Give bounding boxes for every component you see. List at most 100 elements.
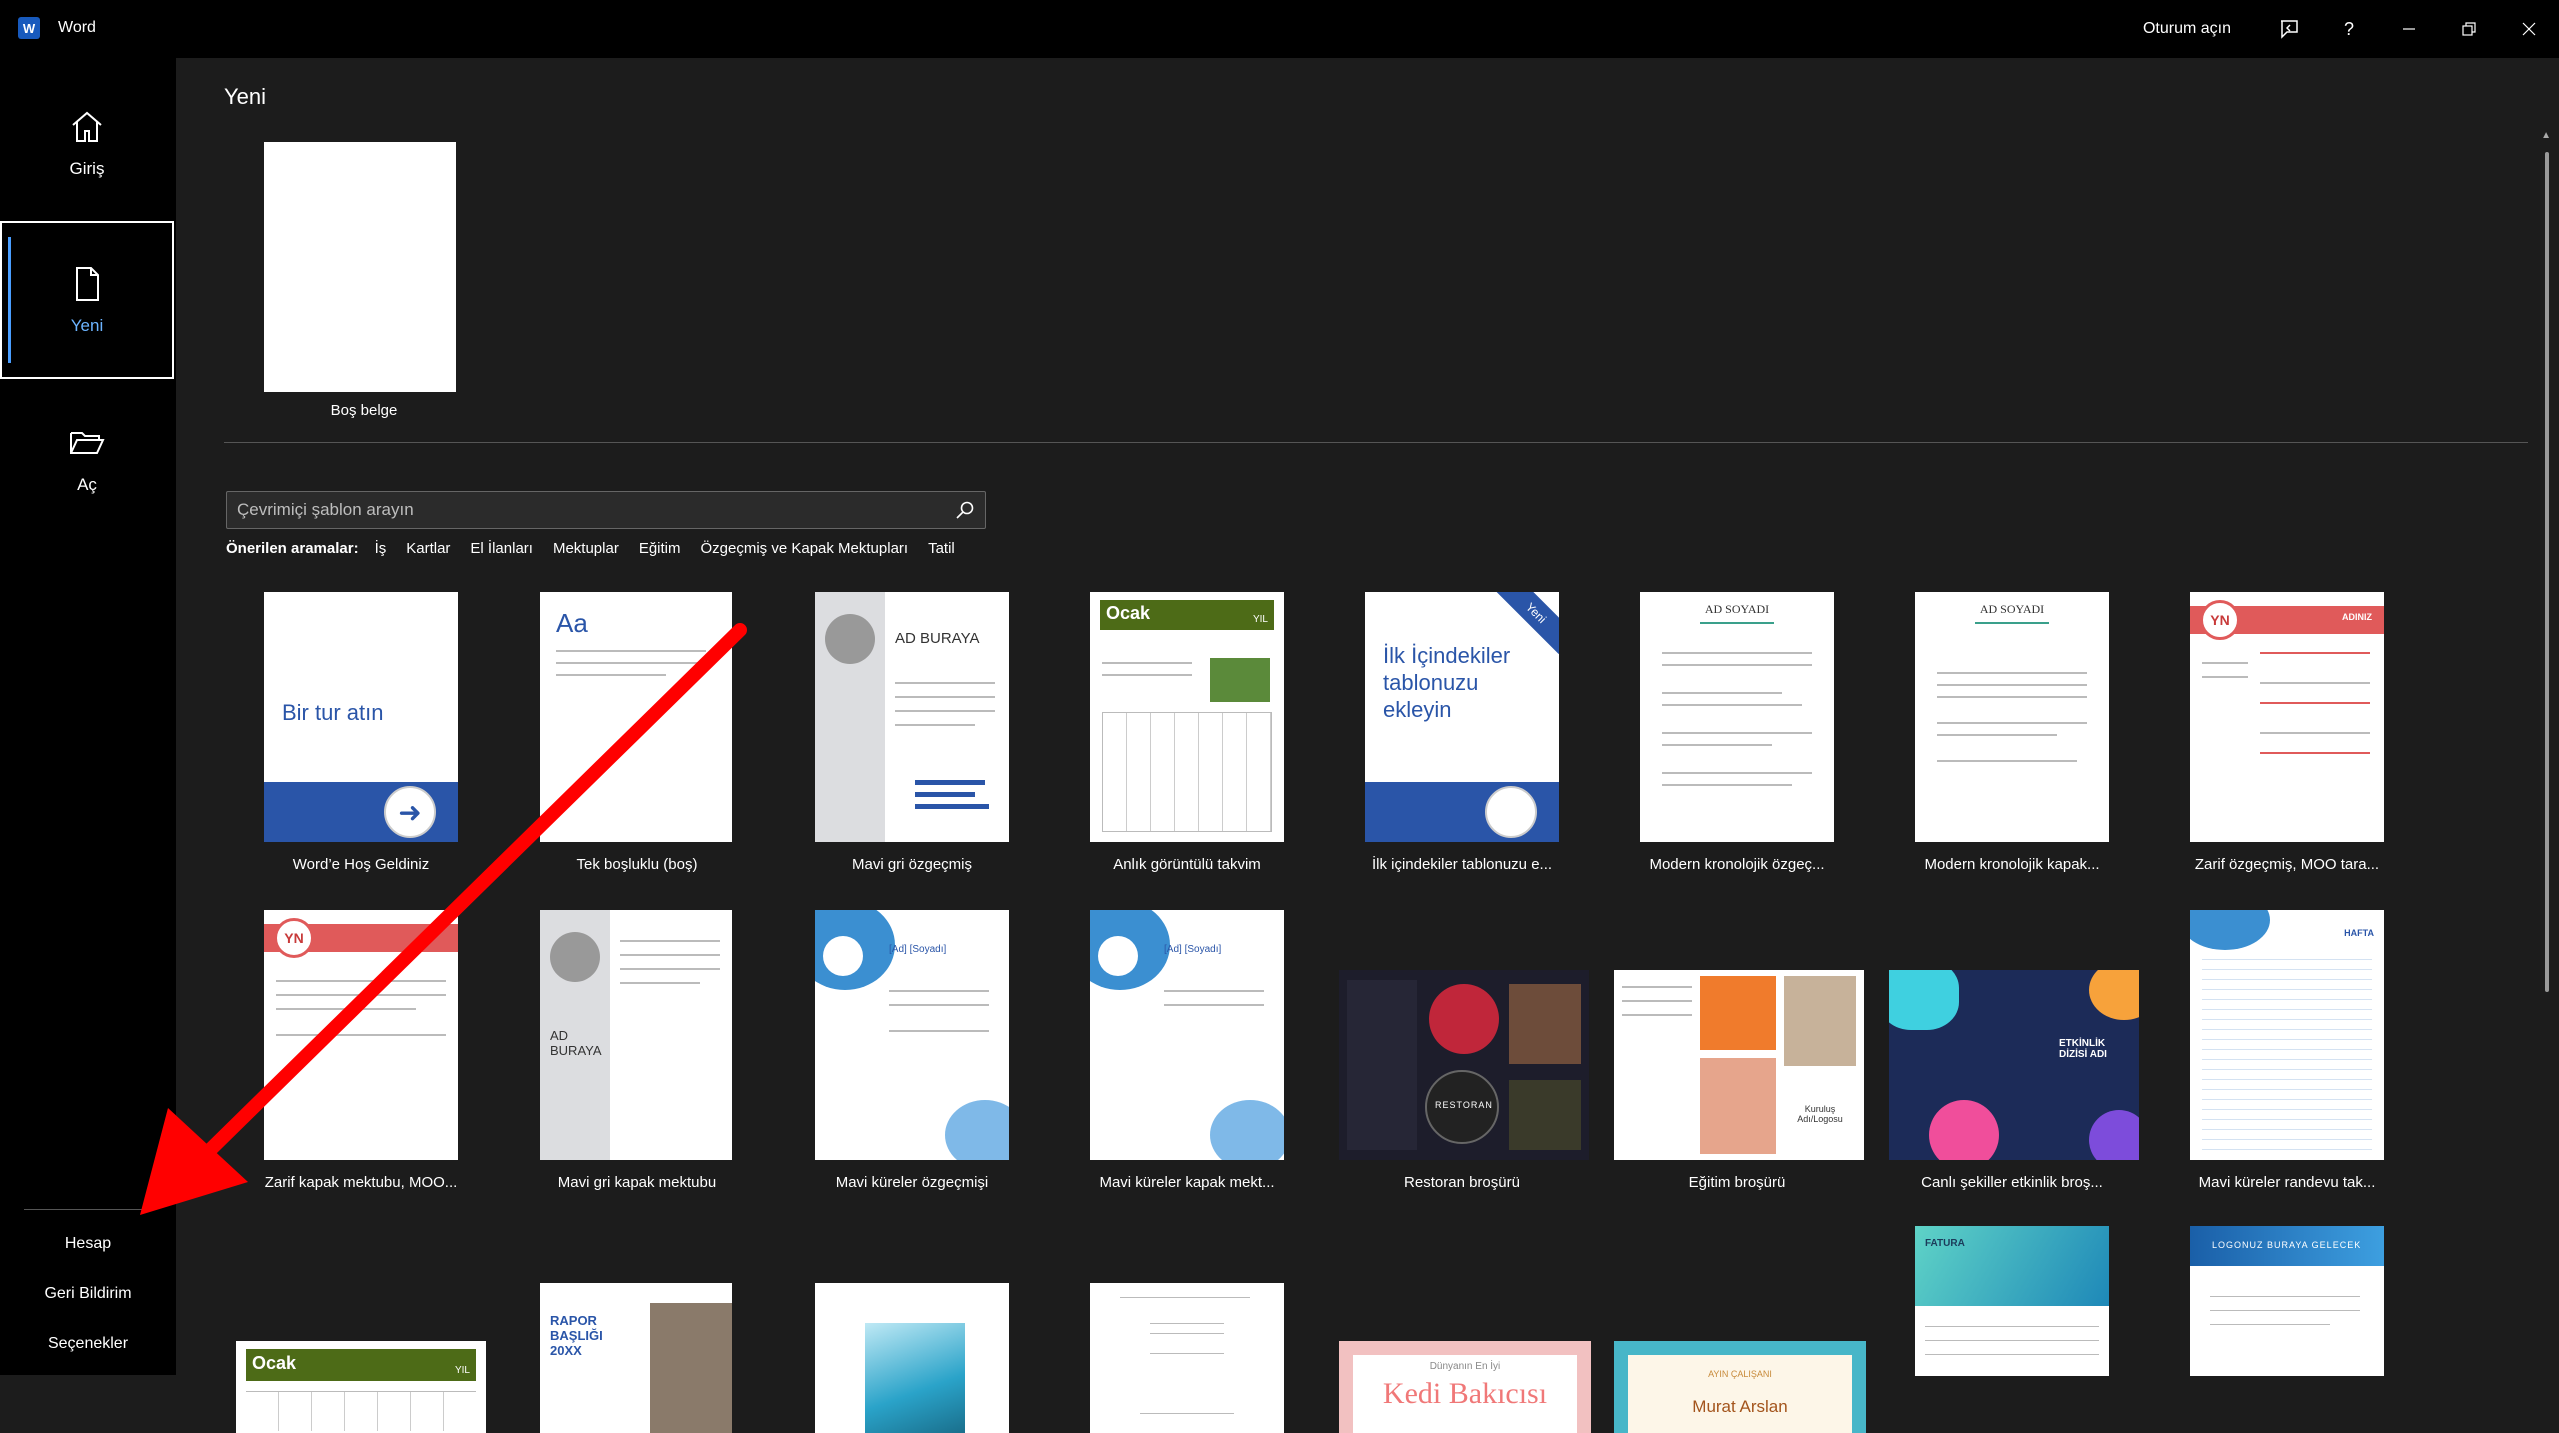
nav-new[interactable]: Yeni (0, 221, 174, 379)
thumbnail-text: LOGONUZ BURAYA GELECEK (2212, 1240, 2362, 1250)
title-bar: W Word Oturum açın ? (0, 0, 2559, 58)
thumbnail-text: Murat Arslan (1692, 1397, 1788, 1416)
home-icon (72, 111, 102, 142)
nav-new-label: Yeni (70, 316, 104, 335)
blank-document-thumbnail[interactable] (264, 142, 456, 392)
suggested-search-item[interactable]: Özgeçmiş ve Kapak Mektupları (701, 540, 909, 557)
thumbnail-text: FATURA (1925, 1238, 1965, 1249)
template-thumbnail[interactable]: FATURA (1915, 1226, 2109, 1376)
template-label: Zarif kapak mektubu, MOO... (264, 1174, 458, 1191)
nav-open-label: Aç (77, 475, 97, 494)
minimize-icon[interactable] (2379, 0, 2439, 58)
template-label: Mavi gri kapak mektubu (557, 1174, 717, 1191)
template-label: Modern kronolojik özgeç... (1649, 856, 1825, 873)
vertical-scrollbar[interactable] (2543, 136, 2551, 996)
template-thumbnail[interactable]: [Ad] [Soyadı] (815, 910, 1009, 1160)
template-label: İlk içindekiler tablonuzu e... (1371, 856, 1553, 873)
thumbnail-text: İlk İçindekiler tablonuzu ekleyin (1383, 643, 1511, 722)
template-thumbnail[interactable]: LOGONUZ BURAYA GELECEK (2190, 1226, 2384, 1376)
thumbnail-text: AD BURAYA (895, 630, 980, 647)
thumbnail-subtext: YIL (454, 1365, 470, 1376)
template-thumbnail[interactable]: ETKİNLİK DİZİSİ ADI (1889, 970, 2139, 1160)
template-thumbnail[interactable]: Ocak YIL (236, 1341, 486, 1433)
template-label: Zarif özgeçmiş, MOO tara... (2194, 856, 2380, 873)
thumbnail-text: [Ad] [Soyadı] (889, 944, 947, 955)
search-icon[interactable] (945, 492, 985, 528)
nav-options[interactable]: Seçenekler (0, 1335, 176, 1353)
thumbnail-text: Kedi Bakıcısı (1382, 1377, 1548, 1410)
template-thumbnail[interactable]: Bir tur atın ➜ (264, 592, 458, 842)
template-thumbnail[interactable]: AD SOYADI (1915, 592, 2109, 842)
thumbnail-subtext: YIL (1252, 614, 1268, 625)
title-bar-controls: Oturum açın ? (2143, 0, 2559, 58)
rail-divider (24, 1209, 150, 1210)
thumbnail-text: Bir tur atın (282, 700, 384, 725)
template-label: Word’e Hoş Geldiniz (292, 856, 430, 873)
thumbnail-text: RESTORAN (1435, 1100, 1493, 1110)
restore-icon[interactable] (2439, 0, 2499, 58)
template-search-box (226, 491, 986, 529)
template-thumbnail[interactable]: Ocak YIL (1090, 592, 1284, 842)
template-search-input[interactable] (227, 492, 945, 528)
template-label: Canlı şekiller etkinlik broş... (1921, 1174, 2103, 1191)
suggested-search-item[interactable]: Eğitim (639, 540, 681, 557)
thumbnail-subtext: ADINIZ (2342, 612, 2372, 622)
template-label: Anlık görüntülü takvim (1113, 856, 1261, 873)
sign-in-link[interactable]: Oturum açın (2143, 20, 2231, 38)
template-thumbnail[interactable]: AD BURAYA (815, 592, 1009, 842)
thumbnail-text: AD SOYADI (1979, 602, 2045, 616)
template-thumbnail[interactable]: YN ADINIZ (2190, 592, 2384, 842)
template-thumbnail[interactable]: AD BURAYA (540, 910, 732, 1160)
suggested-searches: Önerilen aramalar: İş Kartlar El İlanlar… (226, 540, 975, 557)
thumbnail-subtext: Dünyanın En İyi (1429, 1361, 1501, 1372)
nav-feedback[interactable]: Geri Bildirim (0, 1285, 176, 1303)
suggested-search-item[interactable]: İş (375, 540, 387, 557)
template-thumbnail[interactable] (1090, 1283, 1284, 1433)
nav-open[interactable]: Aç (0, 380, 174, 538)
template-label: Eğitim broşürü (1688, 1174, 1786, 1191)
template-thumbnail[interactable]: RESTORAN (1339, 970, 1589, 1160)
template-label: Restoran broşürü (1404, 1174, 1520, 1191)
template-thumbnail[interactable]: RAPOR BAŞLIĞI 20XX (540, 1283, 732, 1433)
feedback-icon[interactable] (2259, 0, 2319, 58)
template-thumbnail[interactable] (815, 1283, 1009, 1433)
help-icon[interactable]: ? (2319, 0, 2379, 58)
suggested-search-item[interactable]: Kartlar (406, 540, 450, 557)
thumbnail-text: ETKİNLİK DİZİSİ ADI (2059, 1038, 2107, 1060)
template-thumbnail[interactable]: HAFTA (2190, 910, 2384, 1160)
template-thumbnail[interactable]: [Ad] [Soyadı] (1090, 910, 1284, 1160)
template-thumbnail[interactable]: YN (264, 910, 458, 1160)
suggested-search-item[interactable]: Tatil (928, 540, 955, 557)
thumbnail-text: YN (274, 918, 314, 958)
left-navigation: Giriş Yeni Aç Hesap Geri Bildirim Seçene… (0, 58, 176, 1375)
thumbnail-text: AD BURAYA (550, 1028, 602, 1058)
template-thumbnail[interactable]: AYIN ÇALIŞANI Murat Arslan (1614, 1341, 1866, 1433)
suggested-search-item[interactable]: Mektuplar (553, 540, 619, 557)
template-thumbnail[interactable]: İlk İçindekiler tablonuzu ekleyin Yeni (1365, 592, 1559, 842)
page-title: Yeni (224, 84, 267, 109)
suggested-searches-label: Önerilen aramalar: (226, 540, 359, 557)
nav-account[interactable]: Hesap (0, 1235, 176, 1253)
template-thumbnail[interactable]: Kuruluş Adı/Logosu (1614, 970, 1864, 1160)
template-label: Mavi küreler kapak mekt... (1099, 1174, 1275, 1191)
table-of-contents-icon (1485, 786, 1537, 838)
thumbnail-text: Ocak (1106, 603, 1151, 623)
app-name: Word (58, 19, 96, 36)
thumbnail-text: Ocak (252, 1353, 297, 1373)
blank-document-label: Boş belge (330, 402, 398, 419)
nav-home[interactable]: Giriş (0, 64, 174, 222)
thumbnail-text: Aa (556, 608, 588, 638)
thumbnail-text: Kuruluş Adı/Logosu (1797, 1104, 1843, 1124)
template-thumbnail[interactable]: AD SOYADI (1640, 592, 1834, 842)
suggested-search-item[interactable]: El İlanları (470, 540, 533, 557)
close-icon[interactable] (2499, 0, 2559, 58)
template-label: Tek boşluklu (boş) (576, 856, 698, 873)
template-thumbnail[interactable]: Dünyanın En İyi Kedi Bakıcısı (1339, 1341, 1591, 1433)
thumbnail-subtext: AYIN ÇALIŞANI (1708, 1369, 1772, 1379)
thumbnail-text: YN (2200, 600, 2240, 640)
new-document-icon (76, 267, 99, 301)
arrow-right-icon: ➜ (384, 786, 436, 838)
template-thumbnail[interactable]: Aa (540, 592, 732, 842)
nav-home-label: Giriş (69, 159, 105, 178)
scrollbar-thumb[interactable] (2545, 152, 2549, 992)
